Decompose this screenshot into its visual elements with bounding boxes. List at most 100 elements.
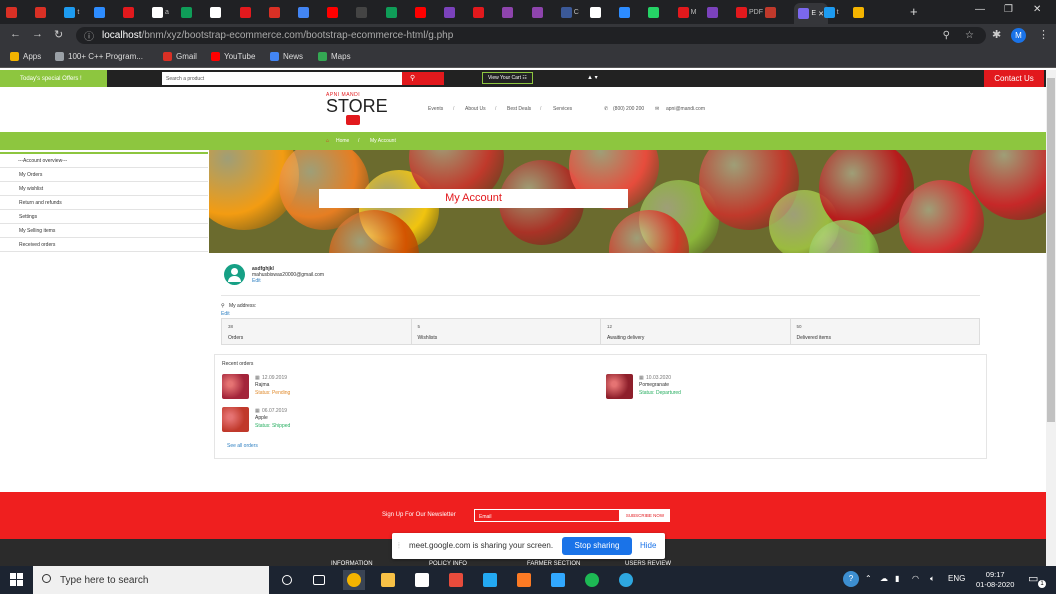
browser-tab[interactable] [531,4,545,20]
network-icon[interactable]: ▮ [895,574,899,583]
windows-start-icon[interactable] [10,573,23,586]
bookmark-item[interactable]: Maps [318,52,351,61]
close-window-button[interactable]: ✕ [1033,4,1041,15]
browser-tab[interactable] [35,4,48,20]
store-logo[interactable]: APNI MANDI STORE [326,92,388,125]
maximize-button[interactable]: ❐ [1004,4,1013,15]
nav-events[interactable]: Events [428,106,443,112]
browser-tab[interactable] [298,4,311,20]
chrome-taskbar-icon[interactable] [343,570,365,590]
nav-services[interactable]: Services [553,106,572,112]
special-offers-link[interactable]: Today's special Offers ! [0,70,107,87]
order-name[interactable]: Rajma [255,382,269,388]
bookmark-item[interactable]: Apps [10,52,41,61]
chevron-up-icon[interactable]: ⌃ [865,574,872,583]
extensions-icon[interactable]: ✱ [992,28,1001,41]
browser-tab[interactable] [210,4,223,20]
xampp-taskbar-icon[interactable] [513,570,535,590]
user-menu-icon[interactable]: ▲ ▾ [587,74,598,81]
sidebar-item[interactable]: Received orders [0,238,208,252]
cortana-icon[interactable] [276,570,298,590]
reload-icon[interactable]: ↻ [54,28,63,41]
weather-icon[interactable]: ☁ [880,574,888,583]
notification-icon[interactable]: ▭ [1028,572,1038,585]
nav-about[interactable]: About Us [465,106,486,112]
sidebar-item[interactable]: My wishlist [0,182,208,196]
profile-edit-link[interactable]: Edit [252,278,261,284]
stat-box[interactable]: 50 Delivered items [791,319,980,344]
browser-tab[interactable]: PDF [736,4,763,20]
browser-tab[interactable] [765,4,778,20]
url-bar[interactable]: ⓘ localhost /bnm/xyz/bootstrap-ecommerce… [76,27,986,44]
zoom-icon[interactable]: ⚲ [943,30,950,41]
browser-tab[interactable]: M [677,4,696,20]
back-icon[interactable]: ← [10,28,21,40]
contact-email[interactable]: apni@mandi.com [666,106,705,112]
hide-button[interactable]: Hide [640,541,656,550]
order-name[interactable]: Pomegranate [639,382,669,388]
sidebar-item[interactable]: ---Account overview--- [0,154,208,168]
clock[interactable]: 09:17 01-08-2020 [976,570,1014,590]
bookmark-item[interactable]: Gmail [163,52,197,61]
language-indicator[interactable]: ENG [948,574,965,583]
browser-tab[interactable] [122,4,136,20]
taskbar-search[interactable]: Type here to search [33,566,269,594]
sidebar-item[interactable]: Return and refunds [0,196,208,210]
photoshop-taskbar-icon[interactable] [547,570,569,590]
profile-avatar[interactable]: M [1011,28,1026,43]
menu-icon[interactable]: ⋮ [1038,28,1049,41]
browser-tab[interactable] [356,4,369,20]
browser-tab[interactable] [473,4,486,20]
bookmark-star-icon[interactable]: ☆ [965,30,974,41]
sidebar-item[interactable]: My Selling items [0,224,208,238]
help-icon[interactable]: ? [843,571,859,587]
office-taskbar-icon[interactable] [445,570,467,590]
minimize-button[interactable]: — [975,4,985,15]
see-all-orders-link[interactable]: See all orders [227,443,258,449]
browser-tab[interactable] [502,4,515,20]
nav-best-deals[interactable]: Best Deals [507,106,531,112]
search-button[interactable]: ⚲ [402,72,444,85]
browser-tab[interactable] [706,4,720,20]
bookmark-item[interactable]: 100+ C++ Program... [55,52,143,61]
sidebar-item[interactable]: Settings [0,210,208,224]
browser-tab[interactable] [648,4,661,20]
browser-tab[interactable] [385,4,399,20]
stat-box[interactable]: 38 Orders [222,319,412,344]
edge-taskbar-icon[interactable] [615,570,637,590]
drag-handle-icon[interactable]: ⦙ [398,541,400,551]
new-tab-button[interactable]: + [910,4,918,19]
wifi-icon[interactable]: ◠ [912,574,919,583]
spotify-taskbar-icon[interactable] [581,570,603,590]
subscribe-button[interactable]: SUBSCRIBE NOW [620,509,670,522]
browser-tab[interactable] [444,4,457,20]
sidebar-item[interactable]: My Orders [0,168,208,182]
browser-tab[interactable] [414,4,428,20]
store-taskbar-icon[interactable] [411,570,433,590]
volume-icon[interactable]: 🔈︎ [930,574,935,584]
browser-tab[interactable] [327,4,340,20]
task-view-taskbar-icon[interactable] [308,570,330,590]
order-product-image[interactable] [222,374,249,399]
view-cart-button[interactable]: View Your Cart ☷ [482,72,533,84]
vscode-taskbar-icon[interactable] [479,570,501,590]
browser-tab[interactable]: a [152,4,169,20]
order-product-image[interactable] [606,374,633,399]
browser-tab[interactable] [93,4,107,20]
browser-tab[interactable] [852,4,866,20]
order-name[interactable]: Apple [255,415,268,421]
forward-icon[interactable]: → [32,28,43,40]
browser-tab[interactable]: C [560,4,579,20]
browser-tab[interactable] [268,4,282,20]
order-product-image[interactable] [222,407,249,432]
newsletter-email-input[interactable]: Email [474,509,620,522]
stat-box[interactable]: 5 Wishlists [412,319,601,344]
browser-tab[interactable] [619,4,632,20]
address-edit-link[interactable]: Edit [221,311,230,317]
browser-tab[interactable] [239,4,253,20]
contact-us-button[interactable]: Contact Us [984,70,1044,87]
browser-tab[interactable] [181,4,194,20]
file-explorer-taskbar-icon[interactable] [377,570,399,590]
bookmark-item[interactable]: News [270,52,303,61]
bookmark-item[interactable]: YouTube [211,52,255,61]
